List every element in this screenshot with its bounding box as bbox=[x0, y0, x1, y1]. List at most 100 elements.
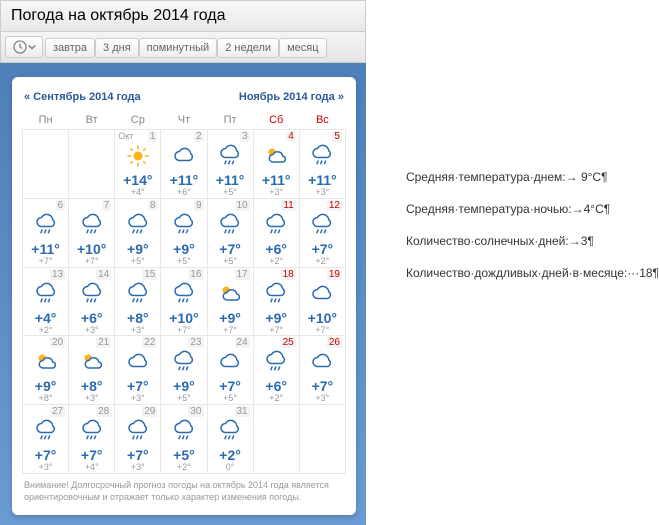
day-number: 24 bbox=[235, 337, 250, 348]
day-number: 5 bbox=[332, 131, 342, 142]
temp-low: +7° bbox=[69, 256, 114, 267]
day-number: 26 bbox=[327, 337, 342, 348]
temp-low: +7° bbox=[254, 325, 299, 336]
day-cell[interactable]: 25+6°+2° bbox=[253, 336, 299, 405]
day-cell[interactable]: 30+5°+2° bbox=[161, 405, 207, 474]
temp-low: +7° bbox=[300, 325, 345, 336]
day-number: 8 bbox=[148, 200, 158, 211]
day-number: 4 bbox=[286, 131, 296, 142]
day-cell[interactable]: 23 +9°+5° bbox=[161, 336, 207, 405]
day-cell[interactable]: 18+9°+7° bbox=[253, 267, 299, 336]
temp-low: +3° bbox=[115, 325, 160, 336]
temp-low: +3° bbox=[300, 393, 345, 404]
weekday-header: Вс bbox=[299, 111, 345, 130]
temp-high: +2° bbox=[208, 448, 253, 462]
day-cell[interactable]: 26+7°+3° bbox=[299, 336, 345, 405]
temp-low: +3° bbox=[115, 462, 160, 473]
day-cell[interactable]: 24+7°+5° bbox=[207, 336, 253, 405]
day-cell[interactable]: 31+2°0° bbox=[207, 405, 253, 474]
temp-high: +9° bbox=[23, 379, 68, 393]
day-number: 12 bbox=[327, 200, 342, 211]
day-cell[interactable]: 10+7°+5° bbox=[207, 198, 253, 267]
temp-low: +6° bbox=[161, 187, 206, 198]
temp-high: +6° bbox=[254, 242, 299, 256]
day-cell[interactable]: 13+4°+2° bbox=[23, 267, 69, 336]
day-number: 20 bbox=[50, 337, 65, 348]
temp-low: +7° bbox=[23, 256, 68, 267]
day-number: 6 bbox=[56, 200, 66, 211]
page-title: Погода на октябрь 2014 года bbox=[11, 7, 226, 25]
day-number: 28 bbox=[96, 406, 111, 417]
day-cell[interactable]: 7+10°+7° bbox=[69, 198, 115, 267]
day-cell[interactable]: 8+9°+5° bbox=[115, 198, 161, 267]
day-cell[interactable]: 20 +9°+8° bbox=[23, 336, 69, 405]
day-cell[interactable]: 6 +11°+7° bbox=[23, 198, 69, 267]
tab-0[interactable]: завтра bbox=[45, 38, 95, 58]
day-cell[interactable]: 2+11°+6° bbox=[161, 130, 207, 199]
tab-2[interactable]: поминутный bbox=[139, 38, 218, 58]
day-cell[interactable]: 27+7°+3° bbox=[23, 405, 69, 474]
temp-high: +10° bbox=[300, 311, 345, 325]
day-number: 14 bbox=[96, 269, 111, 280]
day-cell[interactable]: 12+7°+2° bbox=[299, 198, 345, 267]
weekday-header: Сб bbox=[253, 111, 299, 130]
temp-low: +3° bbox=[69, 393, 114, 404]
day-cell[interactable]: 5+11°+3° bbox=[299, 130, 345, 199]
day-number: 23 bbox=[188, 337, 203, 348]
day-cell[interactable]: Окт1+14°+4° bbox=[115, 130, 161, 199]
history-button[interactable] bbox=[5, 36, 43, 58]
temp-high: +9° bbox=[208, 311, 253, 325]
day-number: 29 bbox=[142, 406, 157, 417]
temp-low: +2° bbox=[161, 462, 206, 473]
day-cell[interactable]: 28+7°+4° bbox=[69, 405, 115, 474]
tab-1[interactable]: 3 дня bbox=[95, 38, 139, 58]
temp-low: +5° bbox=[208, 393, 253, 404]
temp-low: +5° bbox=[161, 393, 206, 404]
day-number: 25 bbox=[281, 337, 296, 348]
day-cell[interactable]: 3+11°+5° bbox=[207, 130, 253, 199]
empty-cell bbox=[253, 405, 299, 474]
temp-high: +7° bbox=[115, 448, 160, 462]
temp-high: +9° bbox=[115, 242, 160, 256]
temp-low: +3° bbox=[23, 462, 68, 473]
temp-high: +5° bbox=[161, 448, 206, 462]
temp-high: +11° bbox=[23, 242, 68, 256]
temp-high: +6° bbox=[69, 311, 114, 325]
day-cell[interactable]: 11+6°+2° bbox=[253, 198, 299, 267]
temp-high: +10° bbox=[161, 311, 206, 325]
day-cell[interactable]: 16+10°+7° bbox=[161, 267, 207, 336]
day-cell[interactable]: 15+8°+3° bbox=[115, 267, 161, 336]
temp-high: +11° bbox=[208, 173, 253, 187]
stat-line: Средняя·температура·днем:→ 9°С¶ bbox=[406, 170, 659, 184]
day-cell[interactable]: 17+9°+7° bbox=[207, 267, 253, 336]
month-label: Окт bbox=[118, 131, 133, 141]
day-cell[interactable]: 22+7°+3° bbox=[115, 336, 161, 405]
weather-panel: Погода на октябрь 2014 года завтра3 дняп… bbox=[0, 0, 366, 525]
temp-low: +2° bbox=[254, 393, 299, 404]
temp-low: +8° bbox=[23, 393, 68, 404]
next-month-link[interactable]: Ноябрь 2014 года » bbox=[239, 91, 344, 103]
temp-high: +7° bbox=[69, 448, 114, 462]
temp-low: +3° bbox=[254, 187, 299, 198]
temp-high: +9° bbox=[161, 379, 206, 393]
empty-cell bbox=[299, 405, 345, 474]
day-number: 27 bbox=[50, 406, 65, 417]
temp-high: +11° bbox=[254, 173, 299, 187]
day-cell[interactable]: 21+8°+3° bbox=[69, 336, 115, 405]
header-bar: Погода на октябрь 2014 года bbox=[0, 0, 366, 32]
tab-4[interactable]: месяц bbox=[279, 38, 326, 58]
day-cell[interactable]: 4 +11°+3° bbox=[253, 130, 299, 199]
day-number: 22 bbox=[142, 337, 157, 348]
day-number: 18 bbox=[281, 269, 296, 280]
day-number: 7 bbox=[102, 200, 112, 211]
temp-low: +3° bbox=[300, 187, 345, 198]
temp-high: +8° bbox=[69, 379, 114, 393]
temp-low: +4° bbox=[115, 187, 160, 198]
prev-month-link[interactable]: « Сентябрь 2014 года bbox=[24, 91, 141, 103]
day-cell[interactable]: 14+6°+3° bbox=[69, 267, 115, 336]
tab-3[interactable]: 2 недели bbox=[217, 38, 279, 58]
day-cell[interactable]: 9+9°+5° bbox=[161, 198, 207, 267]
day-cell[interactable]: 19+10°+7° bbox=[299, 267, 345, 336]
day-cell[interactable]: 29 +7°+3° bbox=[115, 405, 161, 474]
day-number: 17 bbox=[235, 269, 250, 280]
